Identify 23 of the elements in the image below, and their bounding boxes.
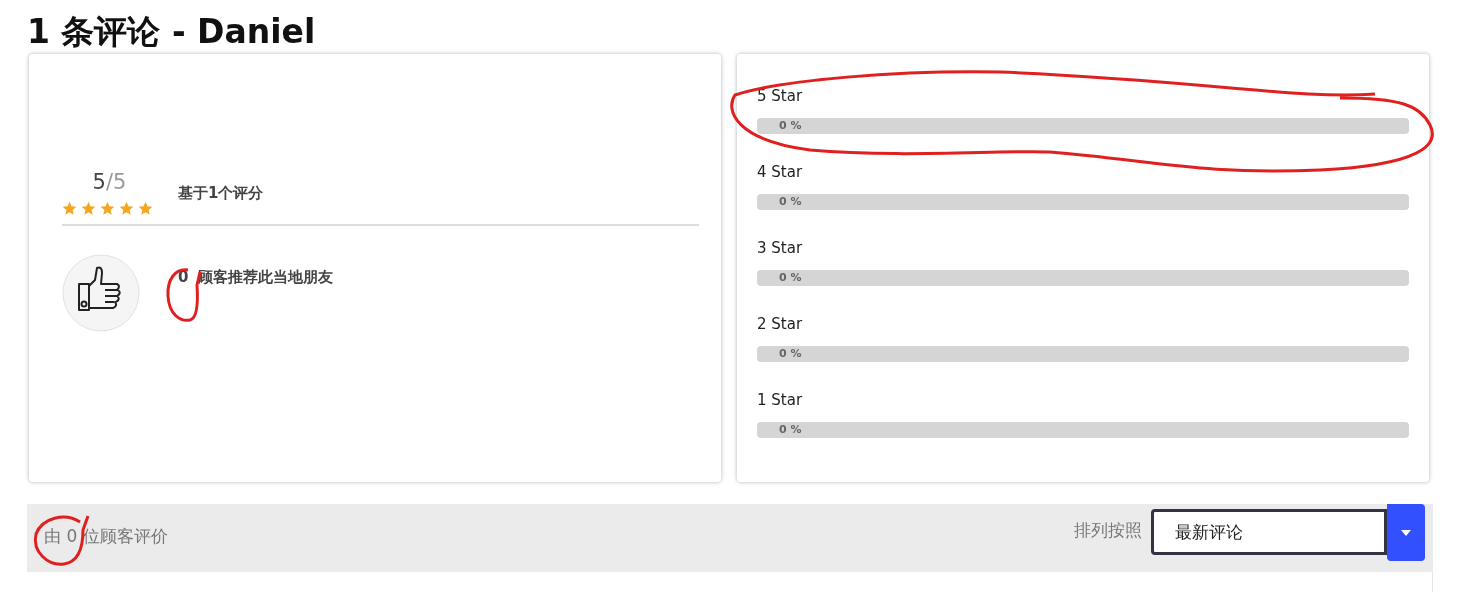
average-score: 5/5 bbox=[91, 172, 128, 194]
review-count-text: 由 0 位顾客评价 bbox=[44, 525, 168, 549]
star-level-label: 4 Star bbox=[757, 162, 804, 183]
rating-count-text: 基于1个评分 bbox=[178, 183, 264, 205]
dropdown-button[interactable] bbox=[1387, 504, 1425, 562]
star-icon bbox=[119, 201, 134, 217]
percent-text: 0 % bbox=[779, 270, 802, 287]
star-icon bbox=[81, 201, 96, 217]
sort-select[interactable]: 最新评论 bbox=[1151, 509, 1387, 556]
thumbs-up-icon bbox=[62, 254, 140, 333]
star-icon bbox=[62, 201, 77, 217]
percent-text: 0 % bbox=[779, 194, 802, 211]
percent-text: 0 % bbox=[779, 346, 802, 363]
sort-label: 排列按照 bbox=[1074, 519, 1142, 543]
percent-text: 0 % bbox=[779, 118, 802, 135]
star-level-label: 2 Star bbox=[757, 314, 804, 335]
star-icon bbox=[100, 201, 115, 217]
star-level-label: 1 Star bbox=[757, 390, 804, 411]
caret-icon bbox=[1401, 529, 1411, 536]
star-level-label: 3 Star bbox=[757, 238, 804, 259]
percent-text: 0 % bbox=[779, 422, 802, 439]
star-icon bbox=[138, 201, 153, 217]
page-title: 1 条评论 - Daniel bbox=[27, 14, 317, 51]
